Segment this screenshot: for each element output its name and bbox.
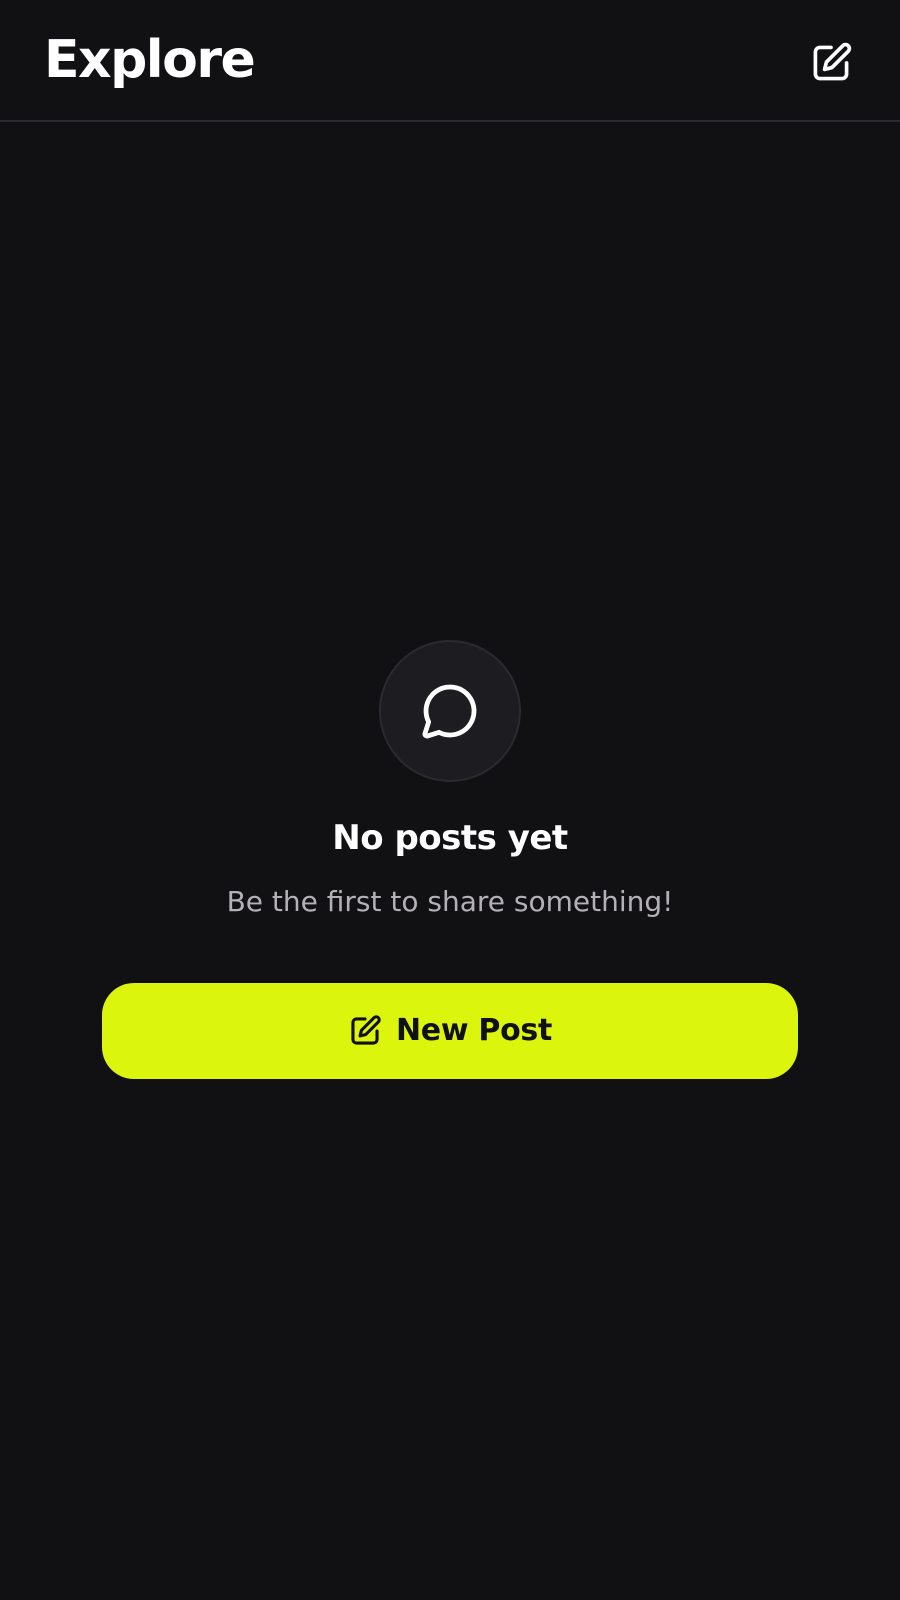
- empty-state-icon-circle: [379, 640, 521, 782]
- app-screen: Explore No posts yet Be the first to sha…: [0, 0, 900, 1600]
- compose-button[interactable]: [804, 36, 858, 90]
- empty-state-title: No posts yet: [332, 818, 568, 858]
- empty-state-subtitle: Be the first to share something!: [226, 885, 674, 918]
- compose-icon: [813, 42, 852, 81]
- new-post-button[interactable]: New Post: [102, 983, 798, 1079]
- new-post-button-label: New Post: [395, 1013, 552, 1048]
- page-title: Explore: [44, 30, 256, 90]
- compose-icon: [348, 1014, 382, 1048]
- header: Explore: [0, 0, 900, 122]
- chat-bubble-icon: [422, 684, 477, 739]
